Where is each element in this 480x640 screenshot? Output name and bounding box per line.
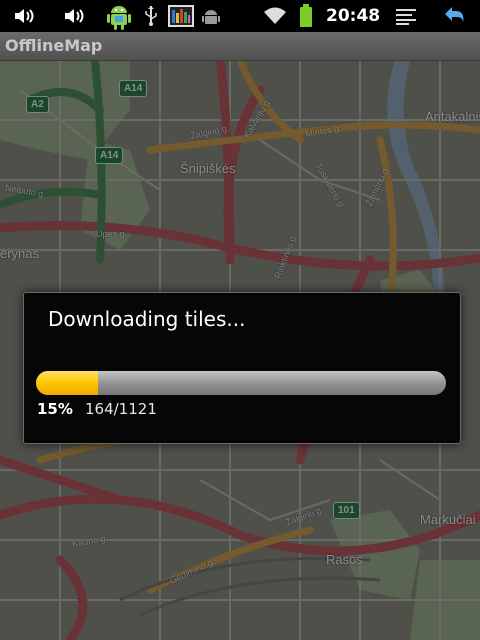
android-icon — [104, 0, 134, 32]
volume-icon — [12, 2, 36, 30]
menu-icon[interactable] — [394, 2, 418, 30]
app-title-bar: OfflineMap — [0, 32, 480, 61]
status-bar: 20:48 — [0, 0, 480, 32]
back-icon[interactable] — [442, 2, 468, 30]
progress-bar-fill — [36, 371, 98, 395]
progress-percent: 15% — [37, 400, 73, 418]
battery-icon — [298, 2, 314, 30]
usb-icon — [142, 2, 160, 30]
app-title: OfflineMap — [5, 36, 103, 55]
gallery-icon — [166, 2, 196, 30]
progress-dialog: Downloading tiles... 15% 164/1121 — [23, 292, 461, 444]
volume-icon — [62, 2, 86, 30]
wifi-icon — [262, 2, 288, 30]
progress-bar — [36, 371, 446, 395]
android-debug-icon — [200, 2, 222, 30]
clock-time: 20:48 — [326, 6, 381, 26]
progress-count: 164/1121 — [85, 400, 157, 418]
dialog-message: Downloading tiles... — [48, 307, 246, 331]
